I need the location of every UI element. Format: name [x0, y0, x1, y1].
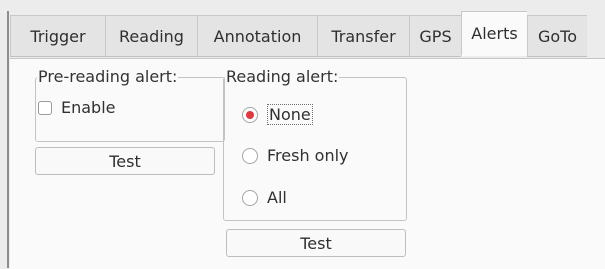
tab-reading[interactable]: Reading	[105, 15, 197, 57]
tab-gps[interactable]: GPS	[409, 15, 461, 57]
alerts-settings-window: Trigger Reading Annotation Transfer GPS …	[0, 0, 605, 269]
radio-none[interactable]: None	[242, 104, 313, 125]
reading-test-button[interactable]: Test	[226, 229, 406, 257]
reading-alert-legend: Reading alert:	[226, 67, 339, 86]
pre-reading-alert-legend: Pre-reading alert:	[38, 67, 178, 86]
radio-fresh-only[interactable]: Fresh only	[242, 146, 349, 165]
radio-all[interactable]: All	[242, 188, 287, 207]
tab-bar: Trigger Reading Annotation Transfer GPS …	[10, 11, 605, 58]
tab-goto[interactable]: GoTo	[527, 15, 587, 57]
tab-transfer[interactable]: Transfer	[317, 15, 409, 57]
tab-alerts[interactable]: Alerts	[461, 11, 527, 56]
pre-reading-test-button[interactable]: Test	[35, 147, 215, 175]
alerts-tab-panel: Pre-reading alert: Enable Test Reading a…	[10, 58, 605, 269]
radio-all-label: All	[267, 188, 287, 207]
radio-selected-icon[interactable]	[242, 106, 258, 123]
enable-checkbox-label: Enable	[61, 98, 116, 117]
window-left-border	[7, 11, 9, 268]
radio-unselected-icon[interactable]	[242, 189, 258, 206]
radio-fresh-only-label: Fresh only	[267, 146, 349, 165]
radio-unselected-icon[interactable]	[242, 147, 258, 164]
enable-checkbox[interactable]: Enable	[38, 98, 116, 117]
radio-none-label: None	[267, 104, 313, 125]
tab-annotation[interactable]: Annotation	[197, 15, 317, 57]
checkbox-unchecked-icon[interactable]	[38, 100, 52, 115]
tab-trigger[interactable]: Trigger	[10, 15, 105, 57]
